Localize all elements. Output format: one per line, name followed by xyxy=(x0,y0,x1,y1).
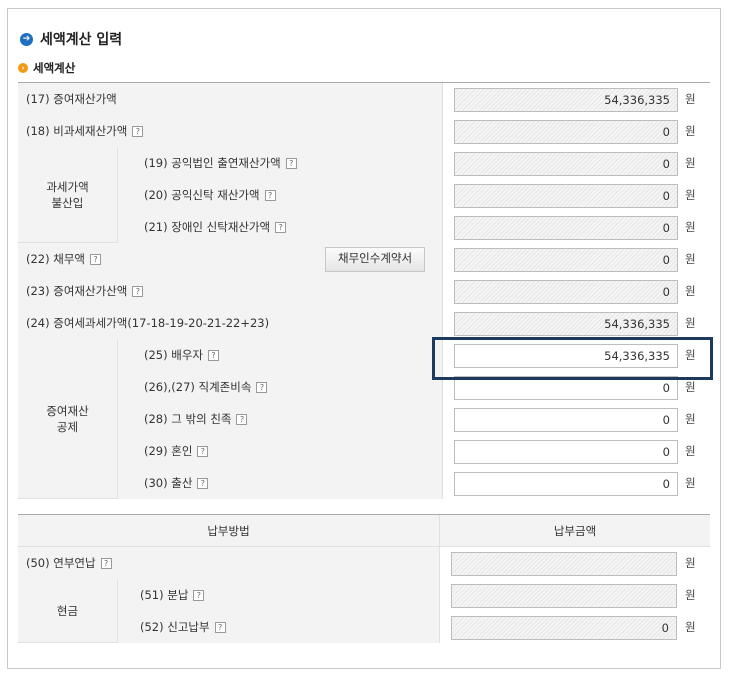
row-label: (19) 공익법인 출연재산가액? xyxy=(118,147,442,179)
row-label: (30) 출산? xyxy=(118,467,442,499)
subsection-title: › 세액계산 xyxy=(18,60,75,76)
help-icon[interactable]: ? xyxy=(275,221,287,233)
help-icon[interactable]: ? xyxy=(214,621,226,633)
value-field-22: 0 xyxy=(454,248,678,272)
debt-assumption-contract-button[interactable]: 채무인수계약서 xyxy=(325,247,426,272)
table-row: (28) 그 밖의 친족? 0원 xyxy=(118,403,710,435)
table-row: (17) 증여재산가액 54,336,335 원 xyxy=(18,83,710,115)
arrow-circle-icon: ➔ xyxy=(20,32,33,46)
row-label: (23) 증여재산가산액? xyxy=(18,275,442,307)
section-title: ➔ 세액계산 입력 xyxy=(20,29,122,49)
value-field-24: 54,336,335 xyxy=(454,312,678,336)
table-row: (51) 분납? 원 xyxy=(118,579,710,611)
help-icon[interactable]: ? xyxy=(132,285,144,297)
row-label: (51) 분납? xyxy=(118,579,439,611)
value-field-21: 0 xyxy=(454,216,678,240)
lineal-relative-deduction-input[interactable]: 0 xyxy=(454,376,678,400)
unit-label: 원 xyxy=(685,620,696,634)
split-payment-field xyxy=(451,584,677,608)
unit-label: 원 xyxy=(685,412,696,426)
help-icon[interactable]: ? xyxy=(193,589,205,601)
unit-label: 원 xyxy=(685,380,696,394)
unit-label: 원 xyxy=(685,220,696,234)
row-label: (52) 신고납부? xyxy=(118,611,439,643)
unit-label: 원 xyxy=(685,188,696,202)
value-field-17: 54,336,335 xyxy=(454,88,678,112)
row-label: (25) 배우자? xyxy=(118,339,442,371)
help-icon[interactable]: ? xyxy=(197,477,209,489)
help-icon[interactable]: ? xyxy=(90,253,102,265)
table-row: (21) 장애인 신탁재산가액? 0원 xyxy=(118,211,710,243)
payment-table: 납부방법 납부금액 (50) 연부연납? 원 현금 (51) 분납? 원 (52… xyxy=(18,514,710,643)
childbirth-deduction-input[interactable]: 0 xyxy=(454,472,678,496)
row-label: (20) 공익신탁 재산가액? xyxy=(118,179,442,211)
table-row: (30) 출산? 0원 xyxy=(118,467,710,499)
row-label: (29) 혼인? xyxy=(118,435,442,467)
help-icon[interactable]: ? xyxy=(100,557,112,569)
installment-payment-field xyxy=(451,552,677,576)
table-row: (22) 채무액? 채무인수계약서 0원 xyxy=(18,243,710,275)
row-label: (50) 연부연납? xyxy=(18,547,439,579)
unit-label: 원 xyxy=(685,476,696,490)
declaration-payment-field: 0 xyxy=(451,616,677,640)
help-icon[interactable]: ? xyxy=(236,413,248,425)
row-label: (18) 비과세재산가액? xyxy=(18,115,442,147)
payment-table-header: 납부방법 납부금액 xyxy=(18,515,710,547)
row-label: (24) 증여세과세가액(17-18-19-20-21-22+23) xyxy=(18,307,442,339)
unit-label: 원 xyxy=(685,156,696,170)
help-icon[interactable]: ? xyxy=(264,189,276,201)
table-row: (24) 증여세과세가액(17-18-19-20-21-22+23) 54,33… xyxy=(18,307,710,339)
value-field-19: 0 xyxy=(454,152,678,176)
other-relative-deduction-input[interactable]: 0 xyxy=(454,408,678,432)
value-field-23: 0 xyxy=(454,280,678,304)
unit-label: 원 xyxy=(685,348,696,362)
group-label-cash: 현금 xyxy=(18,579,118,643)
row-label: (21) 장애인 신탁재산가액? xyxy=(118,211,442,243)
value-field-18: 0 xyxy=(454,120,678,144)
header-payment-amount: 납부금액 xyxy=(553,524,597,538)
group-label-addback: 과세가액 불산입 xyxy=(18,147,118,243)
table-row: (26),(27) 직계존비속? 0원 xyxy=(118,371,710,403)
unit-label: 원 xyxy=(685,252,696,266)
table-row: (52) 신고납부? 0원 xyxy=(118,611,710,643)
unit-label: 원 xyxy=(685,556,696,570)
subsection-title-text: 세액계산 xyxy=(33,61,76,75)
help-icon[interactable]: ? xyxy=(197,445,209,457)
section-title-text: 세액계산 입력 xyxy=(40,32,123,48)
help-icon[interactable]: ? xyxy=(132,125,144,137)
unit-label: 원 xyxy=(685,124,696,138)
unit-label: 원 xyxy=(685,284,696,298)
table-row: (29) 혼인? 0원 xyxy=(118,435,710,467)
unit-label: 원 xyxy=(685,444,696,458)
table-row: (23) 증여재산가산액? 0원 xyxy=(18,275,710,307)
table-row: (25) 배우자? 54,336,335 원 xyxy=(118,339,710,371)
group-label-deduction: 증여재산 공제 xyxy=(18,339,118,499)
table-row: (18) 비과세재산가액? 0원 xyxy=(18,115,710,147)
help-icon[interactable]: ? xyxy=(208,349,220,361)
table-row: (20) 공익신탁 재산가액? 0원 xyxy=(118,179,710,211)
unit-label: 원 xyxy=(685,588,696,602)
table-row: (50) 연부연납? 원 xyxy=(18,547,710,579)
value-field-20: 0 xyxy=(454,184,678,208)
spouse-deduction-input[interactable]: 54,336,335 xyxy=(454,344,678,368)
help-icon[interactable]: ? xyxy=(256,381,268,393)
row-label: (26),(27) 직계존비속? xyxy=(118,371,442,403)
help-icon[interactable]: ? xyxy=(285,157,297,169)
row-label: (17) 증여재산가액 xyxy=(18,83,442,115)
chevron-circle-icon: › xyxy=(18,63,28,73)
marriage-deduction-input[interactable]: 0 xyxy=(454,440,678,464)
row-label: (28) 그 밖의 친족? xyxy=(118,403,442,435)
table-row: (19) 공익법인 출연재산가액? 0원 xyxy=(118,147,710,179)
unit-label: 원 xyxy=(685,316,696,330)
header-payment-method: 납부방법 xyxy=(207,524,250,538)
unit-label: 원 xyxy=(685,92,696,106)
tax-calculation-table: (17) 증여재산가액 54,336,335 원 (18) 비과세재산가액? 0원… xyxy=(18,82,710,499)
